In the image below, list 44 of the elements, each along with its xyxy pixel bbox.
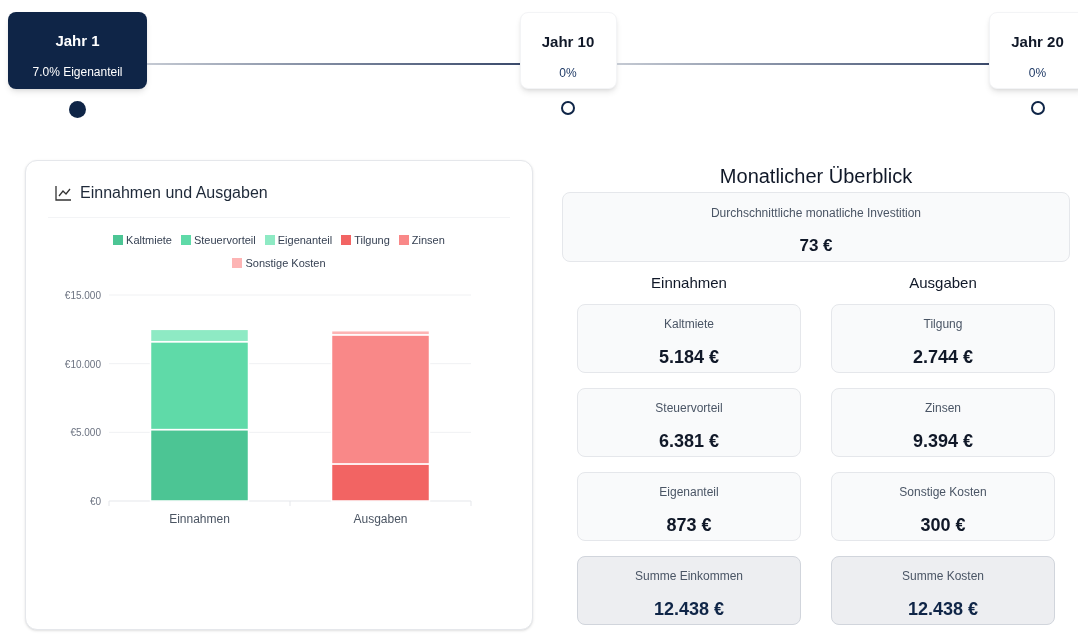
y-axis-label: €10.000 <box>64 358 101 370</box>
legend-label: Sonstige Kosten <box>245 255 326 271</box>
column-heading: Ausgaben <box>908 273 978 293</box>
y-axis-label: €15.000 <box>64 290 101 301</box>
x-axis-label: Einnahmen <box>169 512 230 526</box>
y-axis-label: €5.000 <box>70 427 101 439</box>
year-title: Jahr 10 <box>541 32 595 52</box>
card-value: 5.184 € <box>658 345 720 369</box>
year-subtitle: 0% <box>1028 64 1047 82</box>
card-value: 2.744 € <box>912 345 974 369</box>
card-value: 300 € <box>920 513 966 537</box>
column-heading: Einnahmen <box>650 273 728 293</box>
year-card[interactable]: Jahr 1 7.0% Eigenanteil <box>8 12 147 89</box>
card-label: Kaltmiete <box>664 315 714 333</box>
legend-label: Zinsen <box>411 233 445 248</box>
year-title: Jahr 1 <box>55 31 100 51</box>
legend-label: Kaltmiete <box>126 233 172 248</box>
card-label: Summe Einkommen <box>634 567 743 585</box>
year-title: Jahr 20 <box>1011 32 1064 52</box>
year-subtitle: 0% <box>559 64 577 82</box>
overview-title: Monatlicher Überblick <box>718 164 914 189</box>
card-value: 873 € <box>666 513 712 537</box>
year-card[interactable]: Jahr 10 0% <box>519 12 617 89</box>
year-card[interactable]: Jahr 20 0% <box>989 12 1078 89</box>
average-value: 73 € <box>799 235 833 257</box>
chart-title: Einnahmen und Ausgaben <box>80 183 268 203</box>
card-value: 12.438 € <box>907 597 979 621</box>
x-axis-label: Ausgaben <box>353 512 408 526</box>
line-chart-icon <box>55 185 72 201</box>
card-label: Eigenanteil <box>659 483 719 501</box>
average-label: Durchschnittliche monatliche Investition <box>710 205 922 222</box>
year-subtitle: 7.0% Eigenanteil <box>32 63 123 81</box>
card-label: Sonstige Kosten <box>899 483 987 501</box>
legend-label: Eigenanteil <box>277 233 333 248</box>
card-value: 6.381 € <box>658 429 720 453</box>
card-label: Zinsen <box>925 399 961 417</box>
legend-label: Steuervorteil <box>193 233 256 248</box>
card-label: Steuervorteil <box>655 399 723 417</box>
card-label: Tilgung <box>923 315 963 333</box>
y-axis-label: €0 <box>89 496 101 507</box>
card-value: 9.394 € <box>912 429 974 453</box>
card-value: 12.438 € <box>653 597 725 621</box>
card-label: Summe Kosten <box>901 567 984 585</box>
legend-label: Tilgung <box>354 233 390 248</box>
